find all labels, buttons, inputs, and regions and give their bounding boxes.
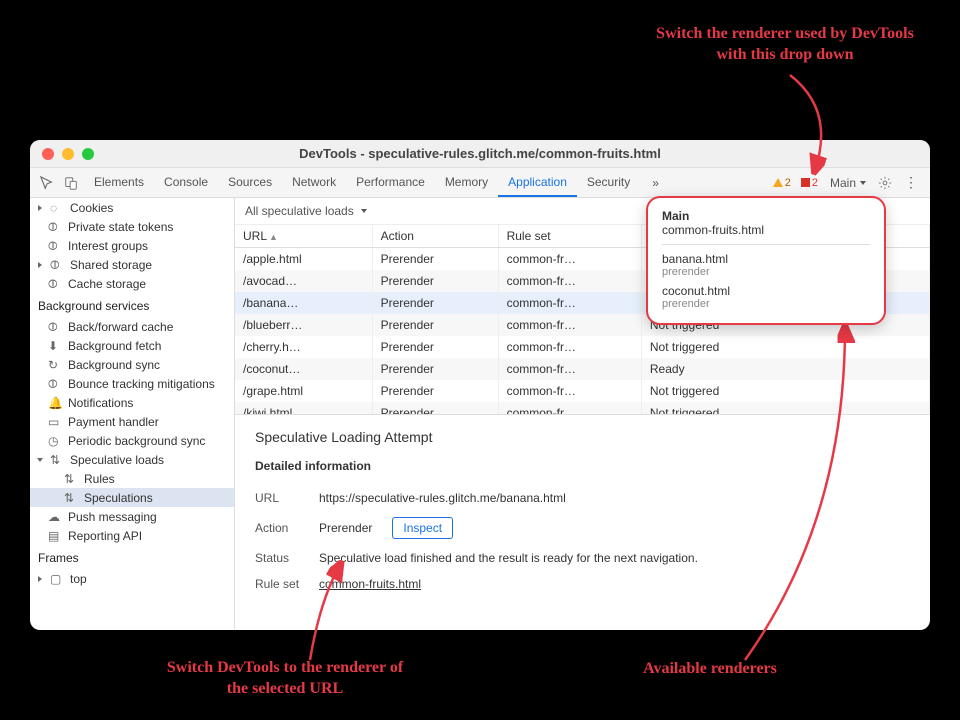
renderer-menu: Main common-fruits.html banana.htmlprere… (646, 196, 886, 325)
sidebar-item[interactable]: ⇅ Speculations (30, 488, 234, 507)
detail-url-label: URL (255, 491, 307, 505)
db-icon: ⦷ (50, 258, 64, 272)
sidebar-item-label: Notifications (68, 396, 133, 410)
spec-icon: ⇅ (50, 453, 64, 467)
sync-icon: ↻ (48, 358, 62, 372)
sidebar-item-label: Speculations (84, 491, 153, 505)
tab-elements[interactable]: Elements (84, 169, 154, 196)
annotation-arrow (735, 320, 855, 670)
renderer-menu-item[interactable]: Main common-fruits.html (662, 206, 870, 240)
tab-security[interactable]: Security (577, 169, 640, 196)
sidebar-item[interactable]: ↻ Background sync (30, 355, 234, 374)
caret-icon (38, 262, 42, 268)
sidebar-item[interactable]: ⬇ Background fetch (30, 336, 234, 355)
sidebar-item-label: Private state tokens (68, 220, 173, 234)
sidebar-item[interactable]: ⇅ Rules (30, 469, 234, 488)
db-icon: ⦷ (48, 277, 62, 291)
sidebar-item-label: Background sync (68, 358, 160, 372)
sidebar-item[interactable]: ⦷ Back/forward cache (30, 317, 234, 336)
more-tabs[interactable]: » (642, 170, 669, 196)
card-icon: ▭ (48, 415, 62, 429)
chevron-down-icon (361, 209, 367, 213)
annotation-arrow (300, 560, 380, 670)
renderer-menu-item[interactable]: banana.htmlprerender (662, 249, 870, 281)
sidebar-item[interactable]: ⦷ Interest groups (30, 236, 234, 255)
application-sidebar: ◌ Cookies ⦷ Private state tokens ⦷ Interest g… (30, 198, 235, 630)
sidebar-item[interactable]: ⇅ Speculative loads (30, 450, 234, 469)
sidebar-item-label: Cookies (70, 201, 113, 215)
tab-performance[interactable]: Performance (346, 169, 435, 196)
detail-url-value: https://speculative-rules.glitch.me/bana… (319, 491, 566, 505)
db-icon: ⦷ (48, 239, 62, 253)
column-header[interactable]: Rule set (498, 225, 641, 248)
sidebar-item-label: Rules (84, 472, 115, 486)
sidebar-item-label: Push messaging (68, 510, 157, 524)
renderer-menu-item[interactable]: coconut.htmlprerender (662, 281, 870, 313)
tab-application[interactable]: Application (498, 169, 577, 197)
annotation-top: Switch the renderer used by DevTools wit… (650, 24, 920, 66)
tab-console[interactable]: Console (154, 169, 218, 196)
doc-icon: ▤ (48, 529, 62, 543)
sidebar-item[interactable]: 🔔 Notifications (30, 393, 234, 412)
sidebar-item[interactable]: ▢ top (30, 569, 234, 588)
sidebar-item[interactable]: ◌ Cookies (30, 198, 234, 217)
sidebar-heading: Frames (30, 545, 234, 569)
dl-icon: ⬇ (48, 339, 62, 353)
db-icon: ⦷ (48, 320, 62, 334)
sidebar-item-label: Back/forward cache (68, 320, 173, 334)
annotation-arrow (740, 70, 860, 180)
sidebar-item-label: Payment handler (68, 415, 159, 429)
sidebar-item-label: Speculative loads (70, 453, 164, 467)
db-icon: ⦷ (48, 377, 62, 391)
sidebar-item-label: Interest groups (68, 239, 148, 253)
db-icon: ⦷ (48, 220, 62, 234)
panel-tabs: ElementsConsoleSourcesNetworkPerformance… (84, 169, 640, 196)
sidebar-item-label: Bounce tracking mitigations (68, 377, 215, 391)
sidebar-item[interactable]: ▤ Reporting API (30, 526, 234, 545)
caret-icon (38, 205, 42, 211)
sort-asc-icon: ▲ (269, 232, 278, 242)
detail-action-label: Action (255, 521, 307, 535)
sidebar-item-label: Cache storage (68, 277, 146, 291)
sidebar-item-label: Periodic background sync (68, 434, 205, 448)
bell-icon: 🔔 (48, 396, 62, 410)
inspect-button[interactable]: Inspect (392, 517, 453, 539)
settings-icon[interactable] (874, 172, 896, 194)
column-header[interactable]: Action (372, 225, 498, 248)
spec-icon: ⇅ (64, 472, 78, 486)
spec-icon: ⇅ (64, 491, 78, 505)
sidebar-item-label: Shared storage (70, 258, 152, 272)
tab-network[interactable]: Network (282, 169, 346, 196)
detail-action-value: Prerender (319, 521, 372, 535)
kebab-menu-icon[interactable]: ⋮ (898, 174, 924, 191)
sidebar-item[interactable]: ☁ Push messaging (30, 507, 234, 526)
sidebar-item-label: Background fetch (68, 339, 161, 353)
caret-icon (38, 576, 42, 582)
chevron-down-icon (860, 181, 866, 185)
sidebar-item-label: top (70, 572, 87, 586)
sidebar-item[interactable]: ⦷ Cache storage (30, 274, 234, 293)
sidebar-item[interactable]: ◷ Periodic background sync (30, 431, 234, 450)
sidebar-item-label: Reporting API (68, 529, 142, 543)
tab-sources[interactable]: Sources (218, 169, 282, 196)
sidebar-heading: Background services (30, 293, 234, 317)
sidebar-item[interactable]: ⦷ Private state tokens (30, 217, 234, 236)
sidebar-item[interactable]: ⦷ Shared storage (30, 255, 234, 274)
sidebar-item[interactable]: ▭ Payment handler (30, 412, 234, 431)
cookies-icon: ◌ (50, 201, 64, 215)
caret-icon (37, 458, 43, 462)
column-header[interactable]: URL▲ (235, 225, 372, 248)
clock-icon: ◷ (48, 434, 62, 448)
cloud-icon: ☁ (48, 510, 62, 524)
tab-memory[interactable]: Memory (435, 169, 498, 196)
sidebar-item[interactable]: ⦷ Bounce tracking mitigations (30, 374, 234, 393)
device-mode-icon[interactable] (60, 172, 82, 194)
frame-icon: ▢ (50, 572, 64, 586)
inspect-element-icon[interactable] (36, 172, 58, 194)
